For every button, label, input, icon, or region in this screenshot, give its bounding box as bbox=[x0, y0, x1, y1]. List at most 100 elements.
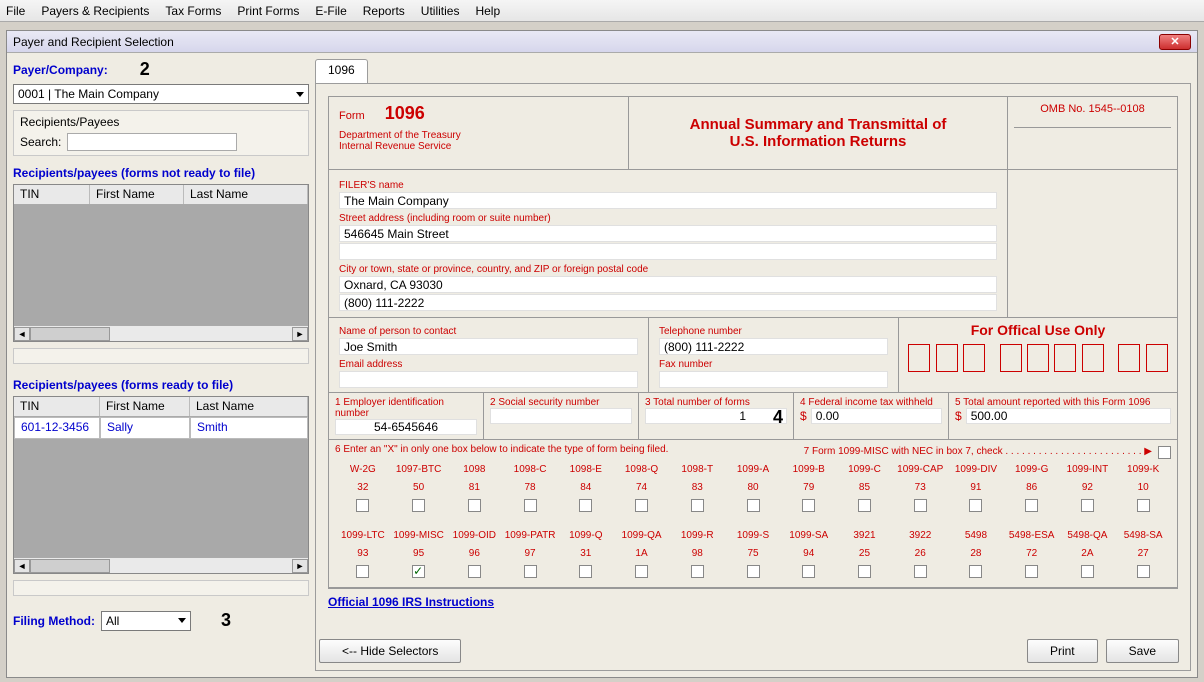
form-type-label: 1099-Q bbox=[569, 530, 602, 541]
box3-field[interactable]: 1 bbox=[645, 408, 787, 424]
menu-reports[interactable]: Reports bbox=[363, 4, 405, 18]
table-row[interactable]: 601-12-3456 Sally Smith bbox=[14, 417, 308, 439]
form-type-checkbox[interactable] bbox=[524, 499, 537, 512]
form-type-checkbox[interactable] bbox=[802, 499, 815, 512]
telephone-field[interactable]: (800) 111-2222 bbox=[659, 338, 888, 355]
form-type-checkbox[interactable] bbox=[747, 499, 760, 512]
payer-company-dropdown[interactable]: 0001 | The Main Company bbox=[13, 84, 309, 104]
form-type-checkbox[interactable] bbox=[914, 565, 927, 578]
scroll-right-icon[interactable]: ► bbox=[292, 559, 308, 573]
form-type-label: 1099-PATR bbox=[505, 530, 556, 541]
box5-label: 5 Total amount reported with this Form 1… bbox=[955, 397, 1171, 408]
form-type-checkbox[interactable] bbox=[635, 565, 648, 578]
menu-payers[interactable]: Payers & Recipients bbox=[41, 4, 149, 18]
cell-last: Smith bbox=[190, 417, 308, 439]
street-field-2[interactable] bbox=[339, 243, 997, 260]
box7-checkbox[interactable] bbox=[1158, 446, 1171, 459]
close-button[interactable]: ✕ bbox=[1159, 34, 1191, 50]
print-button[interactable]: Print bbox=[1027, 639, 1098, 663]
form-type-checkbox[interactable] bbox=[356, 565, 369, 578]
form-type-checkbox[interactable] bbox=[412, 499, 425, 512]
tab-1096[interactable]: 1096 bbox=[315, 59, 368, 83]
form-type-code: 97 bbox=[525, 548, 536, 559]
form-type-checkbox[interactable] bbox=[802, 565, 815, 578]
form-type-checkbox[interactable] bbox=[691, 499, 704, 512]
form-type-label: 5498 bbox=[965, 530, 987, 541]
menu-file[interactable]: File bbox=[6, 4, 25, 18]
col-first[interactable]: First Name bbox=[90, 185, 184, 204]
scroll-left-icon[interactable]: ◄ bbox=[14, 559, 30, 573]
form-type-checkbox[interactable] bbox=[1081, 499, 1094, 512]
form-type-code: 78 bbox=[525, 482, 536, 493]
form-type-checkbox[interactable] bbox=[1025, 499, 1038, 512]
menu-utilities[interactable]: Utilities bbox=[421, 4, 460, 18]
cell-first: Sally bbox=[100, 417, 190, 439]
filers-name-label: FILER'S name bbox=[339, 180, 997, 191]
form-type-checkbox[interactable] bbox=[914, 499, 927, 512]
phone-field[interactable]: (800) 111-2222 bbox=[339, 294, 997, 311]
form-type-checkbox[interactable] bbox=[356, 499, 369, 512]
form-type-checkbox[interactable] bbox=[412, 565, 425, 578]
form-type-checkbox[interactable] bbox=[1137, 499, 1150, 512]
form-type-checkbox[interactable] bbox=[969, 499, 982, 512]
contact-name-label: Name of person to contact bbox=[339, 326, 638, 337]
search-input[interactable] bbox=[67, 133, 237, 151]
scroll-thumb[interactable] bbox=[30, 327, 110, 341]
official-use-box bbox=[1082, 344, 1104, 372]
fax-field[interactable] bbox=[659, 371, 888, 388]
save-button[interactable]: Save bbox=[1106, 639, 1179, 663]
col-first-2[interactable]: First Name bbox=[100, 397, 190, 416]
form-type-checkbox[interactable] bbox=[691, 565, 704, 578]
form-type-checkbox[interactable] bbox=[468, 499, 481, 512]
official-use-box bbox=[1000, 344, 1022, 372]
form-type-code: 74 bbox=[636, 482, 647, 493]
col-last[interactable]: Last Name bbox=[184, 185, 308, 204]
filers-name-field[interactable]: The Main Company bbox=[339, 192, 997, 209]
form-type-checkbox[interactable] bbox=[524, 565, 537, 578]
scroll-left-icon[interactable]: ◄ bbox=[14, 327, 30, 341]
step-4-marker: 4 bbox=[773, 407, 783, 428]
col-tin-2[interactable]: TIN bbox=[14, 397, 100, 416]
step-3-marker: 3 bbox=[221, 610, 231, 631]
recipients-panel-label: Recipients/Payees bbox=[20, 115, 302, 129]
col-tin[interactable]: TIN bbox=[14, 185, 90, 204]
form-type-code: 92 bbox=[1082, 482, 1093, 493]
box4-field[interactable]: 0.00 bbox=[811, 408, 942, 424]
form-type-checkbox[interactable] bbox=[858, 565, 871, 578]
form-type-checkbox[interactable] bbox=[579, 499, 592, 512]
street-field[interactable]: 546645 Main Street bbox=[339, 225, 997, 242]
menu-efile[interactable]: E-File bbox=[315, 4, 346, 18]
omb-number: OMB No. 1545--0108 bbox=[1014, 103, 1171, 115]
hide-selectors-button[interactable]: <-- Hide Selectors bbox=[319, 639, 461, 663]
form-type-label: 1099-DIV bbox=[955, 464, 997, 475]
form-type-checkbox[interactable] bbox=[1025, 565, 1038, 578]
box2-field[interactable] bbox=[490, 408, 632, 424]
form-type-label: 1099-R bbox=[681, 530, 714, 541]
irs-instructions-link[interactable]: Official 1096 IRS Instructions bbox=[328, 595, 494, 609]
form-type-checkbox[interactable] bbox=[1081, 565, 1094, 578]
form-type-checkbox[interactable] bbox=[635, 499, 648, 512]
form-type-checkbox[interactable] bbox=[1137, 565, 1150, 578]
form-type-checkbox[interactable] bbox=[858, 499, 871, 512]
box5-field[interactable]: 500.00 bbox=[966, 408, 1171, 424]
scroll-right-icon[interactable]: ► bbox=[292, 327, 308, 341]
menu-tax-forms[interactable]: Tax Forms bbox=[165, 4, 221, 18]
grid-not-ready[interactable]: TIN First Name Last Name ◄ ► bbox=[13, 184, 309, 342]
email-field[interactable] bbox=[339, 371, 638, 388]
scroll-thumb[interactable] bbox=[30, 559, 110, 573]
city-field[interactable]: Oxnard, CA 93030 bbox=[339, 276, 997, 293]
form-type-checkbox[interactable] bbox=[468, 565, 481, 578]
box7-label: 7 Form 1099-MISC with NEC in box 7, chec… bbox=[804, 446, 1152, 457]
form-type-checkbox[interactable] bbox=[579, 565, 592, 578]
form-type-checkbox[interactable] bbox=[747, 565, 760, 578]
form-type-checkbox[interactable] bbox=[969, 565, 982, 578]
menu-print-forms[interactable]: Print Forms bbox=[237, 4, 299, 18]
contact-name-field[interactable]: Joe Smith bbox=[339, 338, 638, 355]
ready-label: Recipients/payees (forms ready to file) bbox=[13, 378, 309, 392]
col-last-2[interactable]: Last Name bbox=[190, 397, 308, 416]
filing-method-dropdown[interactable]: All bbox=[101, 611, 191, 631]
box1-field[interactable]: 54-6545646 bbox=[335, 419, 477, 435]
menu-help[interactable]: Help bbox=[475, 4, 500, 18]
grid-ready[interactable]: TIN First Name Last Name 601-12-3456 Sal… bbox=[13, 396, 309, 574]
form-type-label: 5498-QA bbox=[1067, 530, 1107, 541]
